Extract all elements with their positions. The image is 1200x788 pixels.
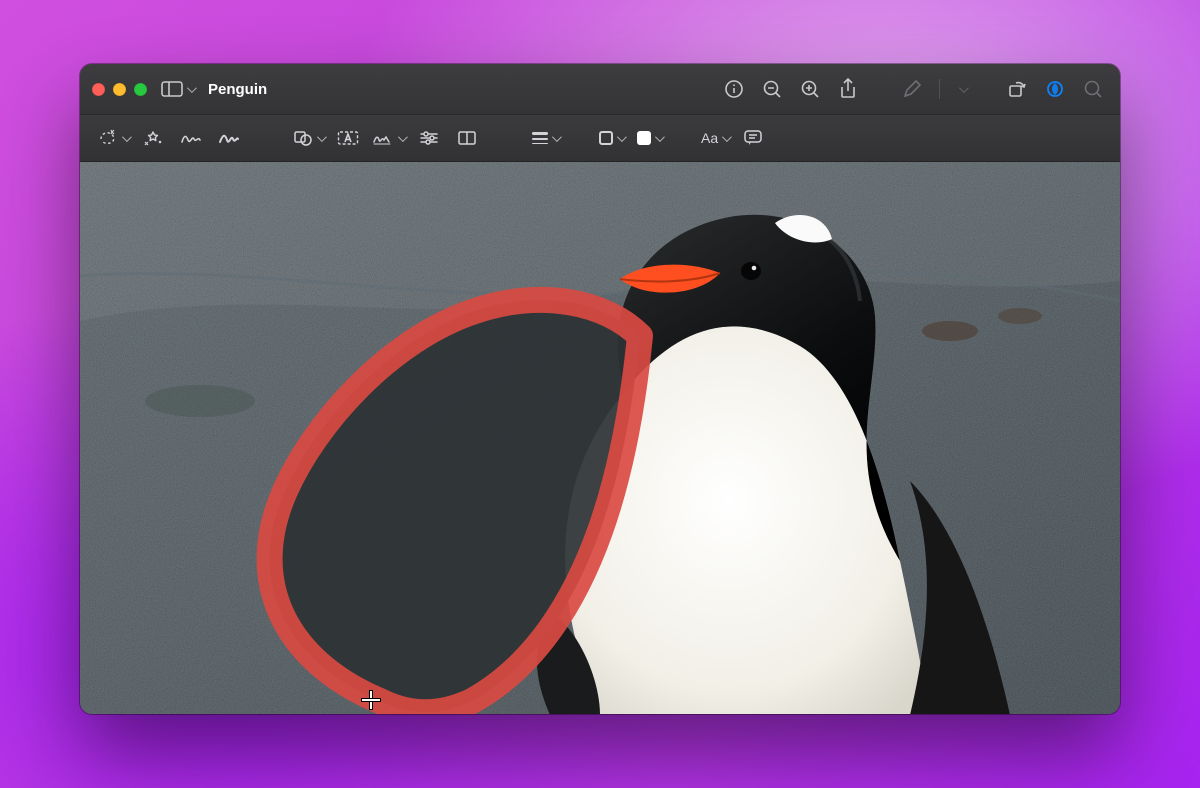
stroke-swatch-icon: [599, 131, 613, 145]
text-style-label: Aa: [701, 130, 718, 146]
share-button[interactable]: [833, 74, 863, 104]
preview-window: Penguin: [80, 64, 1120, 714]
border-color-button[interactable]: [597, 124, 625, 152]
instant-alpha-tool[interactable]: [98, 124, 129, 152]
separator: [939, 79, 940, 99]
window-title: Penguin: [208, 81, 267, 98]
draw-tool[interactable]: [215, 124, 243, 152]
adjust-color-tool[interactable]: [415, 124, 443, 152]
sign-tool[interactable]: [372, 124, 405, 152]
adjust-size-tool[interactable]: [453, 124, 481, 152]
minimize-window-button[interactable]: [113, 83, 126, 96]
zoom-window-button[interactable]: [134, 83, 147, 96]
sidebar-toggle-button[interactable]: [161, 74, 194, 104]
shapes-tool[interactable]: [293, 124, 324, 152]
highlight-marker-button[interactable]: [1040, 74, 1070, 104]
markup-pencil-button[interactable]: [897, 74, 927, 104]
text-tool[interactable]: [334, 124, 362, 152]
markup-toolbar: Aa: [80, 115, 1120, 162]
markup-more-button[interactable]: [952, 74, 968, 104]
fill-swatch-icon: [637, 131, 651, 145]
window-controls: [92, 83, 147, 96]
penguin-illustration: [80, 162, 1120, 714]
close-window-button[interactable]: [92, 83, 105, 96]
description-annotation-button[interactable]: [739, 124, 767, 152]
titlebar: Penguin: [80, 64, 1120, 115]
search-button[interactable]: [1078, 74, 1108, 104]
fill-color-button[interactable]: [635, 124, 663, 152]
zoom-out-button[interactable]: [757, 74, 787, 104]
rotate-button[interactable]: [1002, 74, 1032, 104]
sketch-tool[interactable]: [177, 124, 205, 152]
zoom-in-button[interactable]: [795, 74, 825, 104]
inspector-button[interactable]: [719, 74, 749, 104]
smart-lasso-tool[interactable]: [139, 124, 167, 152]
image-canvas[interactable]: [80, 162, 1120, 714]
text-style-button[interactable]: Aa: [701, 124, 729, 152]
shape-style-button[interactable]: [531, 124, 559, 152]
